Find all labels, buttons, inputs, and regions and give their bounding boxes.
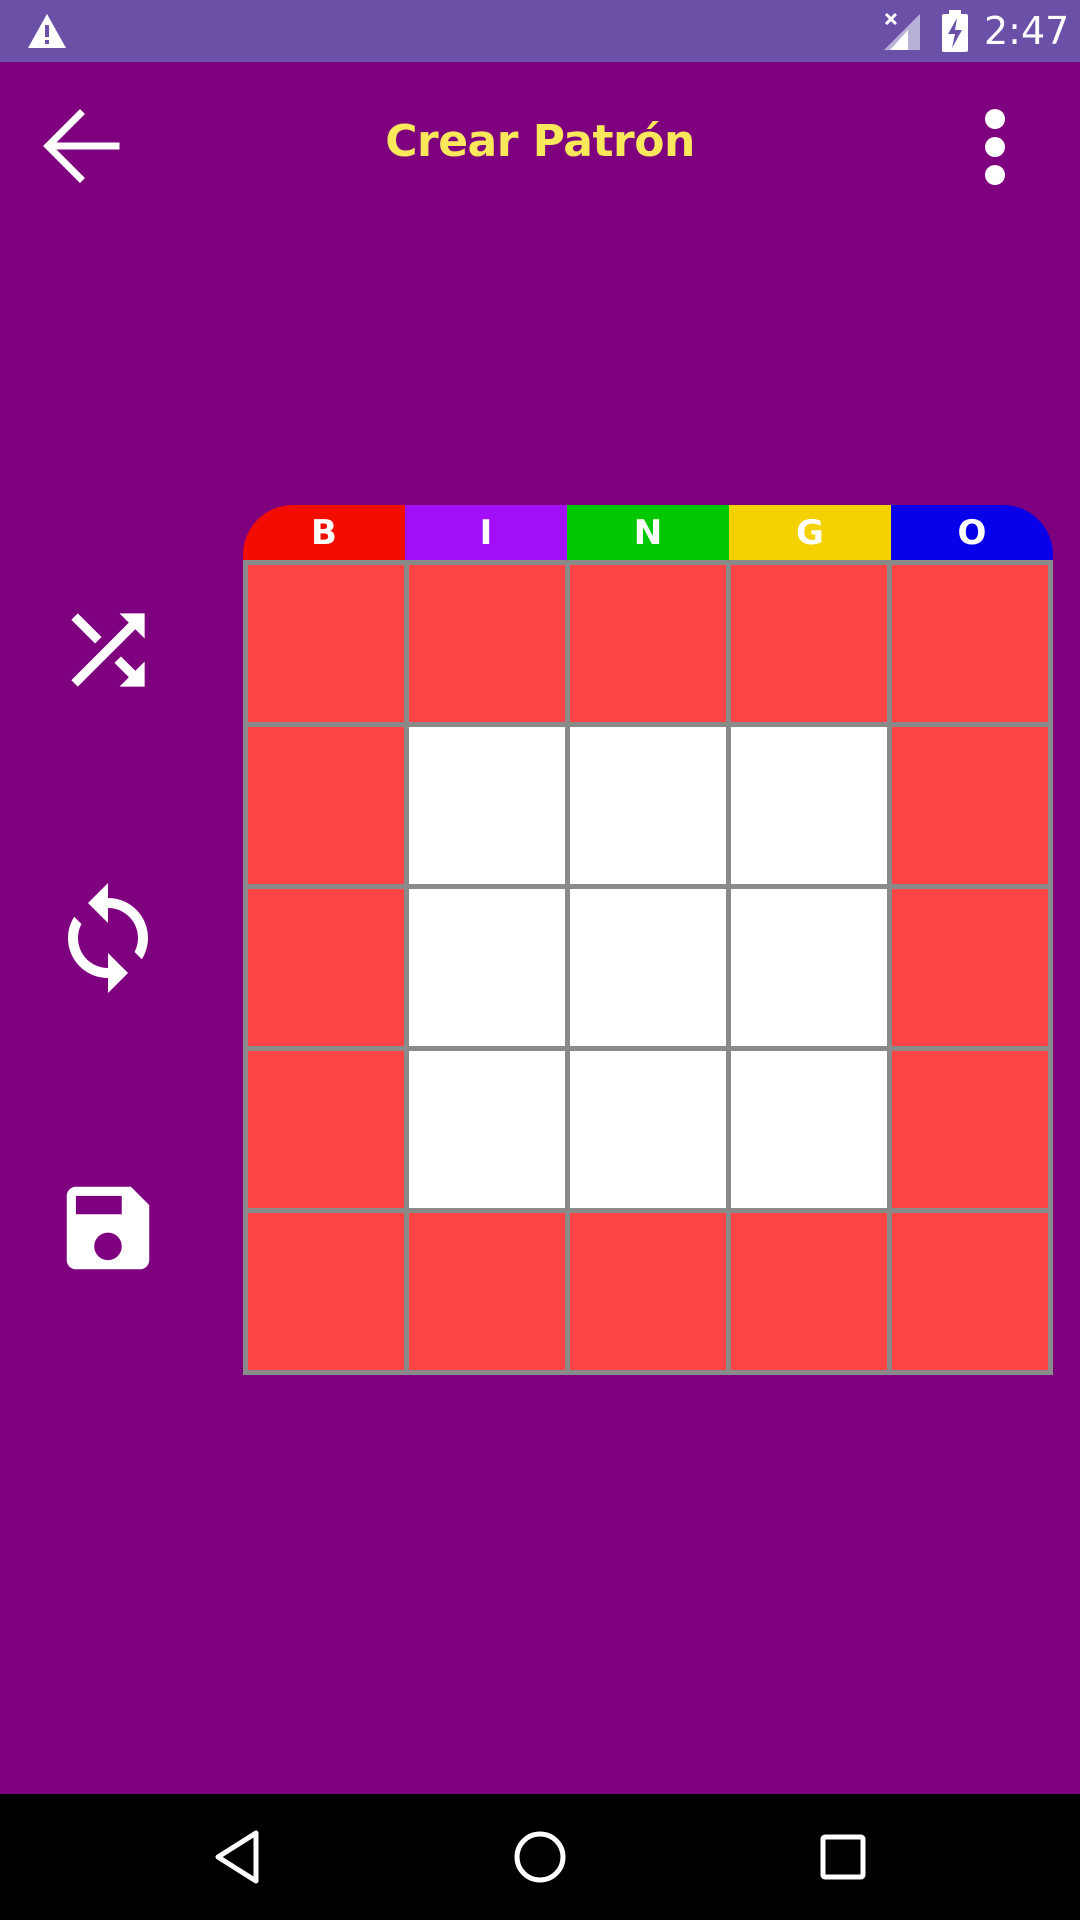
pattern-cell-r1-c5[interactable] — [892, 565, 1048, 722]
status-bar: 2:47 — [0, 0, 1080, 62]
pattern-cell-r3-c1[interactable] — [248, 889, 404, 1046]
pattern-cell-r4-c5[interactable] — [892, 1051, 1048, 1208]
pattern-cell-r1-c3[interactable] — [570, 565, 726, 722]
pattern-grid — [243, 560, 1053, 1375]
warning-icon — [28, 14, 66, 48]
pattern-cell-r1-c2[interactable] — [409, 565, 565, 722]
pattern-cell-r2-c2[interactable] — [409, 727, 565, 884]
pattern-cell-r2-c3[interactable] — [570, 727, 726, 884]
more-options-button[interactable] — [970, 102, 1020, 202]
status-time: 2:47 — [984, 9, 1070, 53]
nav-recents-icon — [820, 1834, 866, 1880]
pattern-cell-r4-c2[interactable] — [409, 1051, 565, 1208]
pattern-cell-r5-c5[interactable] — [892, 1213, 1048, 1370]
pattern-cell-r1-c1[interactable] — [248, 565, 404, 722]
nav-home-button[interactable] — [500, 1817, 580, 1897]
pattern-cell-r5-c2[interactable] — [409, 1213, 565, 1370]
save-icon — [66, 1186, 150, 1270]
pattern-cell-r5-c1[interactable] — [248, 1213, 404, 1370]
refresh-icon — [68, 883, 148, 993]
more-vert-icon — [985, 109, 1005, 185]
toolbar: Crear Patrón — [0, 62, 1080, 232]
pattern-cell-r4-c3[interactable] — [570, 1051, 726, 1208]
pattern-cell-r4-c1[interactable] — [248, 1051, 404, 1208]
pattern-cell-r2-c4[interactable] — [731, 727, 887, 884]
nav-back-icon — [215, 1830, 259, 1884]
pattern-cell-r2-c1[interactable] — [248, 727, 404, 884]
nav-home-icon — [514, 1831, 566, 1883]
pattern-cell-r3-c2[interactable] — [409, 889, 565, 1046]
bingo-header: B I N G O — [243, 505, 1053, 560]
header-letter-n: N — [567, 505, 729, 560]
pattern-cell-r5-c3[interactable] — [570, 1213, 726, 1370]
pattern-cell-r4-c4[interactable] — [731, 1051, 887, 1208]
signal-off-icon — [884, 12, 920, 50]
bingo-board: B I N G O — [243, 505, 1053, 1375]
pattern-cell-r1-c4[interactable] — [731, 565, 887, 722]
pattern-cell-r2-c5[interactable] — [892, 727, 1048, 884]
page-title: Crear Patrón — [385, 116, 695, 167]
save-button[interactable] — [48, 1168, 168, 1288]
header-letter-b: B — [243, 505, 405, 560]
pattern-cell-r3-c3[interactable] — [570, 889, 726, 1046]
shuffle-icon — [71, 613, 145, 687]
pattern-cell-r5-c4[interactable] — [731, 1213, 887, 1370]
nav-recents-button[interactable] — [803, 1817, 883, 1897]
battery-charging-icon — [942, 10, 968, 52]
pattern-cell-r3-c4[interactable] — [731, 889, 887, 1046]
header-letter-g: G — [729, 505, 891, 560]
header-letter-i: I — [405, 505, 567, 560]
refresh-button[interactable] — [48, 878, 168, 998]
header-letter-o: O — [891, 505, 1053, 560]
shuffle-button[interactable] — [48, 590, 168, 710]
nav-back-button[interactable] — [198, 1817, 278, 1897]
navigation-bar — [0, 1794, 1080, 1920]
pattern-cell-r3-c5[interactable] — [892, 889, 1048, 1046]
